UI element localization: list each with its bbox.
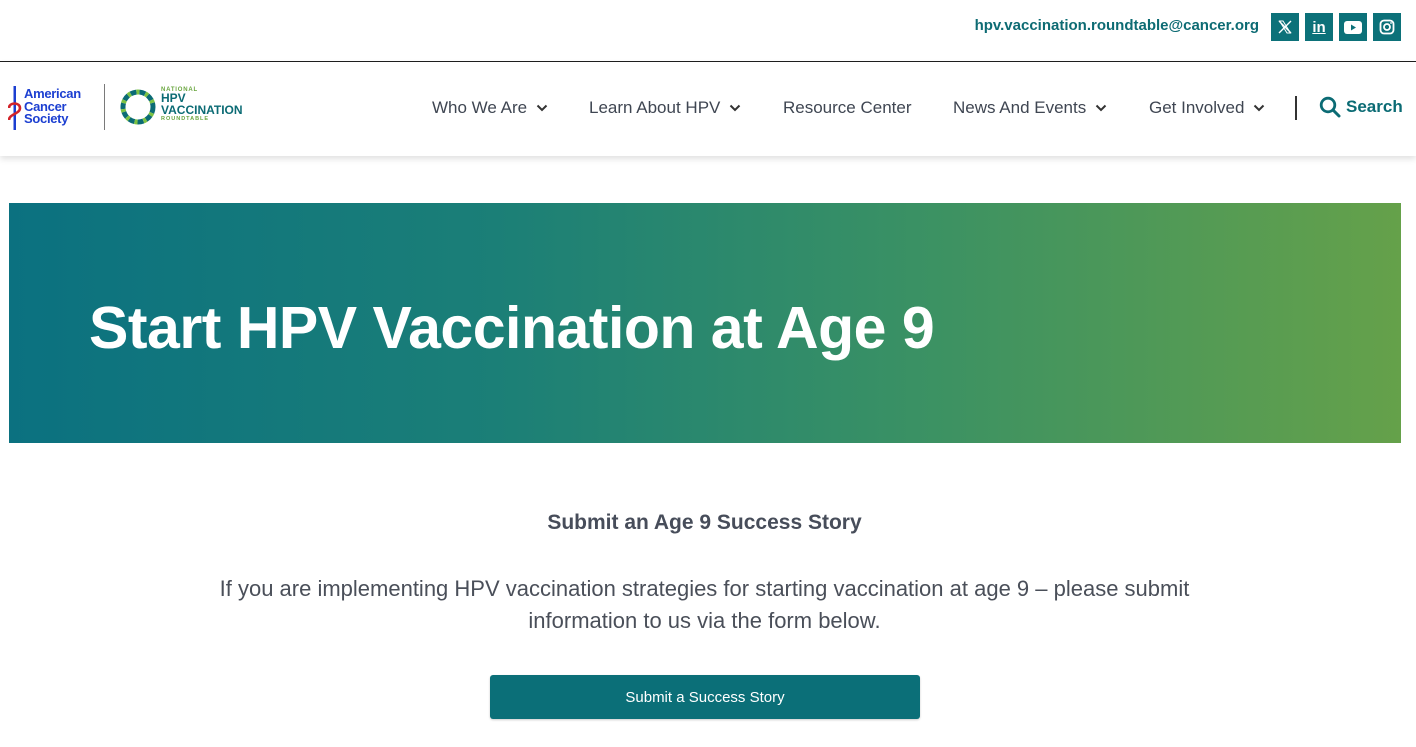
linkedin-glyph: in bbox=[1312, 18, 1326, 36]
acs-logo-line: Society bbox=[24, 111, 69, 126]
x-twitter-icon[interactable] bbox=[1271, 13, 1299, 41]
nav-label: News And Events bbox=[953, 98, 1087, 117]
nav-divider bbox=[1295, 96, 1297, 120]
instagram-icon[interactable] bbox=[1373, 13, 1401, 41]
nav-label: Who We Are bbox=[432, 98, 528, 117]
american-cancer-society-logo[interactable]: American Cancer Society bbox=[8, 86, 92, 132]
nav-label: Resource Center bbox=[783, 98, 912, 117]
contact-email-link[interactable]: hpv.vaccination.roundtable@cancer.org bbox=[975, 17, 1259, 34]
linkedin-icon[interactable]: in bbox=[1305, 13, 1333, 41]
acs-logo-text: American Cancer Society bbox=[24, 87, 81, 126]
nav-learn-about-hpv[interactable]: Learn About HPV bbox=[589, 98, 741, 118]
search-icon bbox=[1319, 96, 1341, 118]
nav-who-we-are[interactable]: Who We Are bbox=[432, 98, 548, 118]
utility-bar: hpv.vaccination.roundtable@cancer.org in bbox=[0, 0, 1416, 62]
nav-news-and-events[interactable]: News And Events bbox=[953, 98, 1107, 118]
hpv-logo-line: VACCINATION bbox=[161, 103, 243, 117]
site-header: American Cancer Society NATIONAL HPV VAC… bbox=[0, 62, 1416, 156]
section-description: If you are implementing HPV vaccination … bbox=[219, 576, 1190, 633]
hero-banner: Start HPV Vaccination at Age 9 bbox=[9, 203, 1401, 443]
nav-label: Learn About HPV bbox=[589, 98, 721, 117]
chevron-down-icon bbox=[1254, 104, 1265, 112]
nav-resource-center[interactable]: Resource Center bbox=[783, 98, 912, 118]
section-title: Submit an Age 9 Success Story bbox=[547, 511, 862, 534]
page-title: Start HPV Vaccination at Age 9 bbox=[89, 295, 935, 361]
nav-get-involved[interactable]: Get Involved bbox=[1149, 98, 1265, 118]
logo-divider bbox=[104, 84, 105, 130]
chevron-down-icon bbox=[730, 104, 741, 112]
hpv-logo-text: NATIONAL HPV VACCINATION ROUNDTABLE bbox=[161, 87, 243, 122]
nav-label: Get Involved bbox=[1149, 98, 1245, 117]
chevron-down-icon bbox=[536, 104, 548, 112]
search-label: Search bbox=[1346, 97, 1403, 116]
submit-success-story-button[interactable]: Submit a Success Story bbox=[490, 675, 920, 719]
youtube-icon[interactable] bbox=[1339, 13, 1367, 41]
chevron-down-icon bbox=[1096, 104, 1107, 112]
search-button[interactable]: Search bbox=[1319, 96, 1403, 118]
hpv-roundtable-logo[interactable]: NATIONAL HPV VACCINATION ROUNDTABLE bbox=[119, 86, 254, 130]
